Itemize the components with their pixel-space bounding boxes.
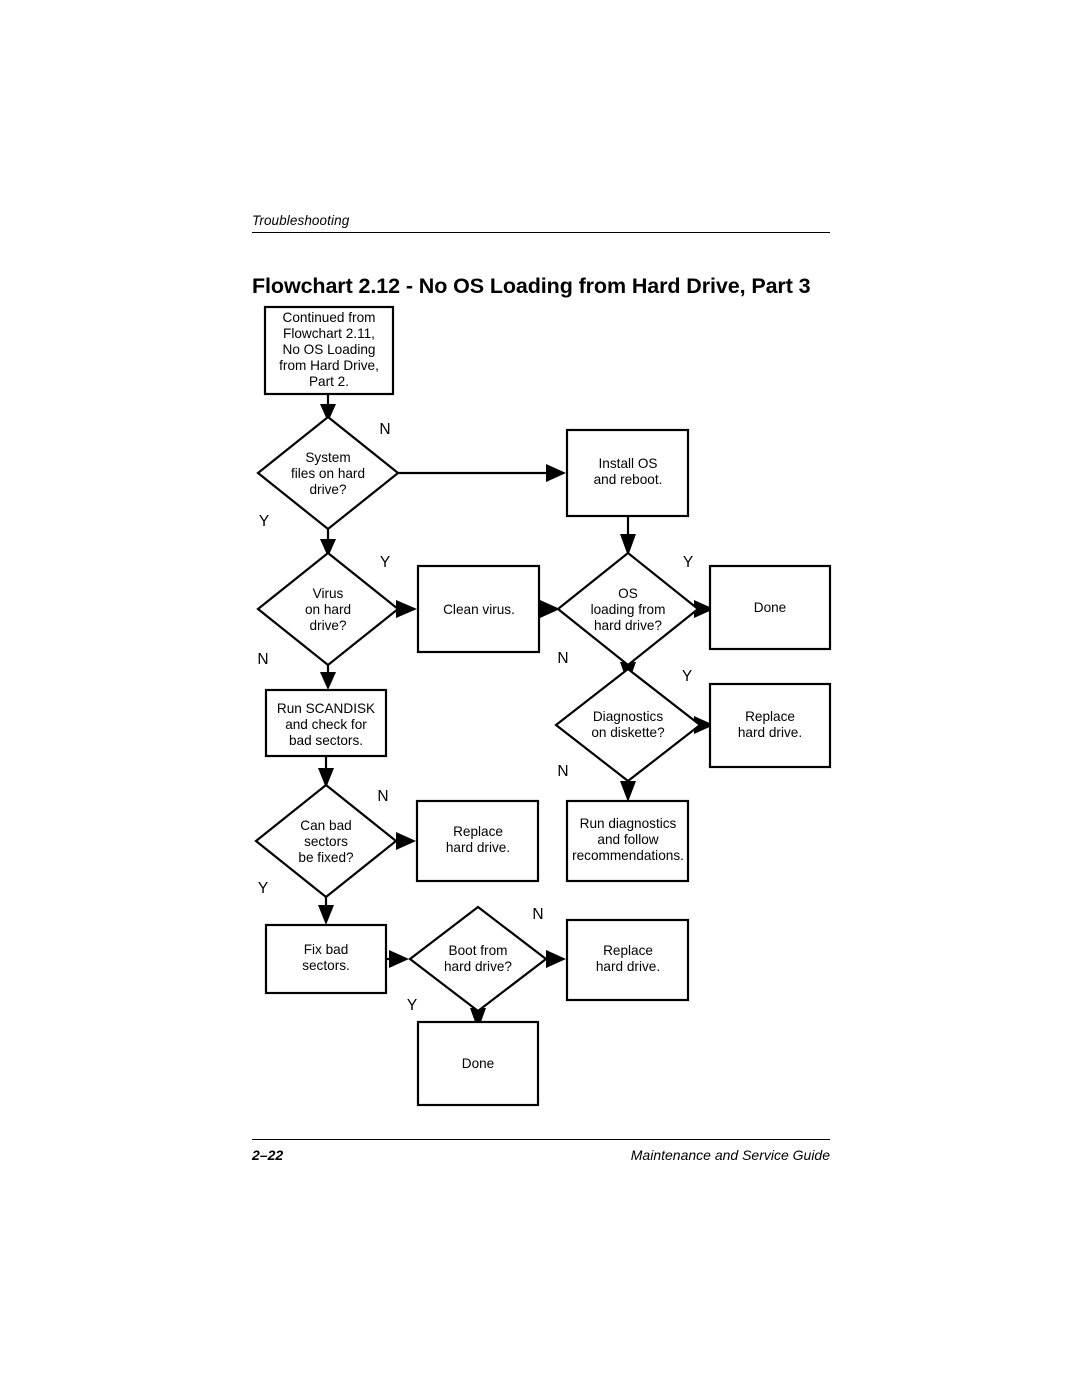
arrowhead-fix-bad-sectors-to-boot-from-hd bbox=[389, 950, 409, 968]
node-label-line: recommendations. bbox=[572, 848, 684, 863]
branch-label-y: Y bbox=[683, 554, 693, 571]
branch-label-n: N bbox=[557, 650, 568, 667]
node-can-bad-sectors-decision: Can bad sectors be fixed? bbox=[254, 783, 398, 899]
node-install-os: Install OS and reboot. bbox=[565, 428, 690, 518]
node-replace-hard-drive-first: Replace hard drive. bbox=[708, 682, 832, 769]
node-continued-from: Continued from Flowchart 2.11, No OS Loa… bbox=[263, 305, 395, 396]
node-label-line: drive? bbox=[309, 482, 346, 497]
node-label-line: Replace bbox=[603, 943, 653, 958]
branch-label-y: Y bbox=[380, 554, 390, 571]
arrowhead-can-bad-sectors-to-fix-bad-sectors bbox=[318, 905, 334, 925]
node-label-line: Run diagnostics bbox=[580, 816, 677, 831]
node-done-second: Done bbox=[416, 1020, 540, 1107]
node-label-line: and reboot. bbox=[594, 472, 663, 487]
node-label-line: bad sectors. bbox=[289, 733, 363, 748]
node-label-line: Done bbox=[754, 600, 787, 615]
node-system-files-decision: System files on hard drive? bbox=[256, 415, 400, 531]
branch-label-y: Y bbox=[407, 997, 417, 1014]
arrowhead-diagnostics-to-run-diagnostics bbox=[620, 781, 636, 802]
node-label-line: loading from bbox=[591, 602, 666, 617]
node-label-line: Install OS bbox=[599, 456, 658, 471]
node-label-line: and check for bbox=[285, 717, 367, 732]
node-label-line: Clean virus. bbox=[443, 602, 515, 617]
node-done-first: Done bbox=[708, 564, 832, 651]
node-label-line: and follow bbox=[597, 832, 658, 847]
page-number: 2–22 bbox=[252, 1147, 284, 1163]
node-label-line: Run SCANDISK bbox=[277, 701, 375, 716]
node-label-line: on hard bbox=[305, 602, 351, 617]
node-label-line: sectors. bbox=[302, 958, 350, 973]
node-label-line: Done bbox=[462, 1056, 495, 1071]
node-run-diagnostics: Run diagnostics and follow recommendatio… bbox=[565, 799, 690, 883]
node-label-line: hard drive? bbox=[444, 959, 512, 974]
arrowhead-virus-to-run-scandisk bbox=[320, 672, 336, 690]
arrowhead-boot-from-hd-to-replace-hd bbox=[546, 950, 566, 968]
node-label-line: Replace bbox=[745, 709, 795, 724]
node-label-line: OS bbox=[618, 586, 638, 601]
branch-label-y: Y bbox=[259, 513, 269, 530]
document-page: Troubleshooting Flowchart 2.12 - No OS L… bbox=[0, 0, 1080, 1397]
node-boot-from-hd-decision: Boot from hard drive? bbox=[408, 905, 548, 1013]
branch-label-n: N bbox=[377, 788, 388, 805]
branch-label-n: N bbox=[532, 906, 543, 923]
node-label-line: System bbox=[305, 450, 350, 465]
branch-label-n: N bbox=[257, 651, 268, 668]
branch-label-y: Y bbox=[682, 668, 692, 685]
node-label-line: Flowchart 2.11, bbox=[283, 326, 375, 341]
node-replace-hard-drive-second: Replace hard drive. bbox=[415, 799, 540, 883]
node-label-line: be fixed? bbox=[298, 850, 354, 865]
node-virus-decision: Virus on hard drive? bbox=[256, 551, 400, 667]
node-label-line: Replace bbox=[453, 824, 503, 839]
arrowhead-system-files-to-install-os bbox=[546, 464, 566, 482]
page-footer: 2–22 Maintenance and Service Guide bbox=[252, 1139, 830, 1163]
guide-title: Maintenance and Service Guide bbox=[630, 1147, 830, 1163]
node-label-line: hard drive. bbox=[446, 840, 510, 855]
branch-label-n: N bbox=[379, 421, 390, 438]
node-label-line: files on hard bbox=[291, 466, 365, 481]
node-run-scandisk: Run SCANDISK and check for bad sectors. bbox=[264, 688, 388, 758]
node-label-line: from Hard Drive, bbox=[279, 358, 379, 373]
node-diagnostics-decision: Diagnostics on diskette? bbox=[554, 667, 702, 783]
branch-label-n: N bbox=[557, 763, 568, 780]
node-label-line: Fix bad bbox=[304, 942, 349, 957]
node-label-line: Part 2. bbox=[309, 374, 349, 389]
arrowhead-can-bad-sectors-to-replace-hd bbox=[396, 832, 416, 850]
flowchart-canvas: Continued from Flowchart 2.11, No OS Loa… bbox=[0, 0, 1080, 1140]
node-os-loading-decision: OS loading from hard drive? bbox=[556, 551, 700, 667]
node-label-line: Boot from bbox=[449, 943, 508, 958]
branch-label-y: Y bbox=[258, 880, 268, 897]
node-label-line: Continued from bbox=[283, 310, 376, 325]
node-label-line: drive? bbox=[309, 618, 346, 633]
node-label-line: sectors bbox=[304, 834, 348, 849]
node-label-line: on diskette? bbox=[591, 725, 665, 740]
node-replace-hard-drive-third: Replace hard drive. bbox=[565, 918, 690, 1002]
node-clean-virus: Clean virus. bbox=[416, 564, 541, 654]
node-label-line: Can bad bbox=[300, 818, 351, 833]
flowchart-svg: Continued from Flowchart 2.11, No OS Loa… bbox=[254, 305, 832, 1107]
node-label-line: hard drive? bbox=[594, 618, 662, 633]
node-label-line: hard drive. bbox=[596, 959, 660, 974]
node-label-line: hard drive. bbox=[738, 725, 802, 740]
node-fix-bad-sectors: Fix bad sectors. bbox=[264, 923, 388, 995]
footer-row: 2–22 Maintenance and Service Guide bbox=[252, 1140, 830, 1163]
node-label-line: Virus bbox=[313, 586, 344, 601]
node-label-line: No OS Loading bbox=[283, 342, 376, 357]
node-label-line: Diagnostics bbox=[593, 709, 663, 724]
